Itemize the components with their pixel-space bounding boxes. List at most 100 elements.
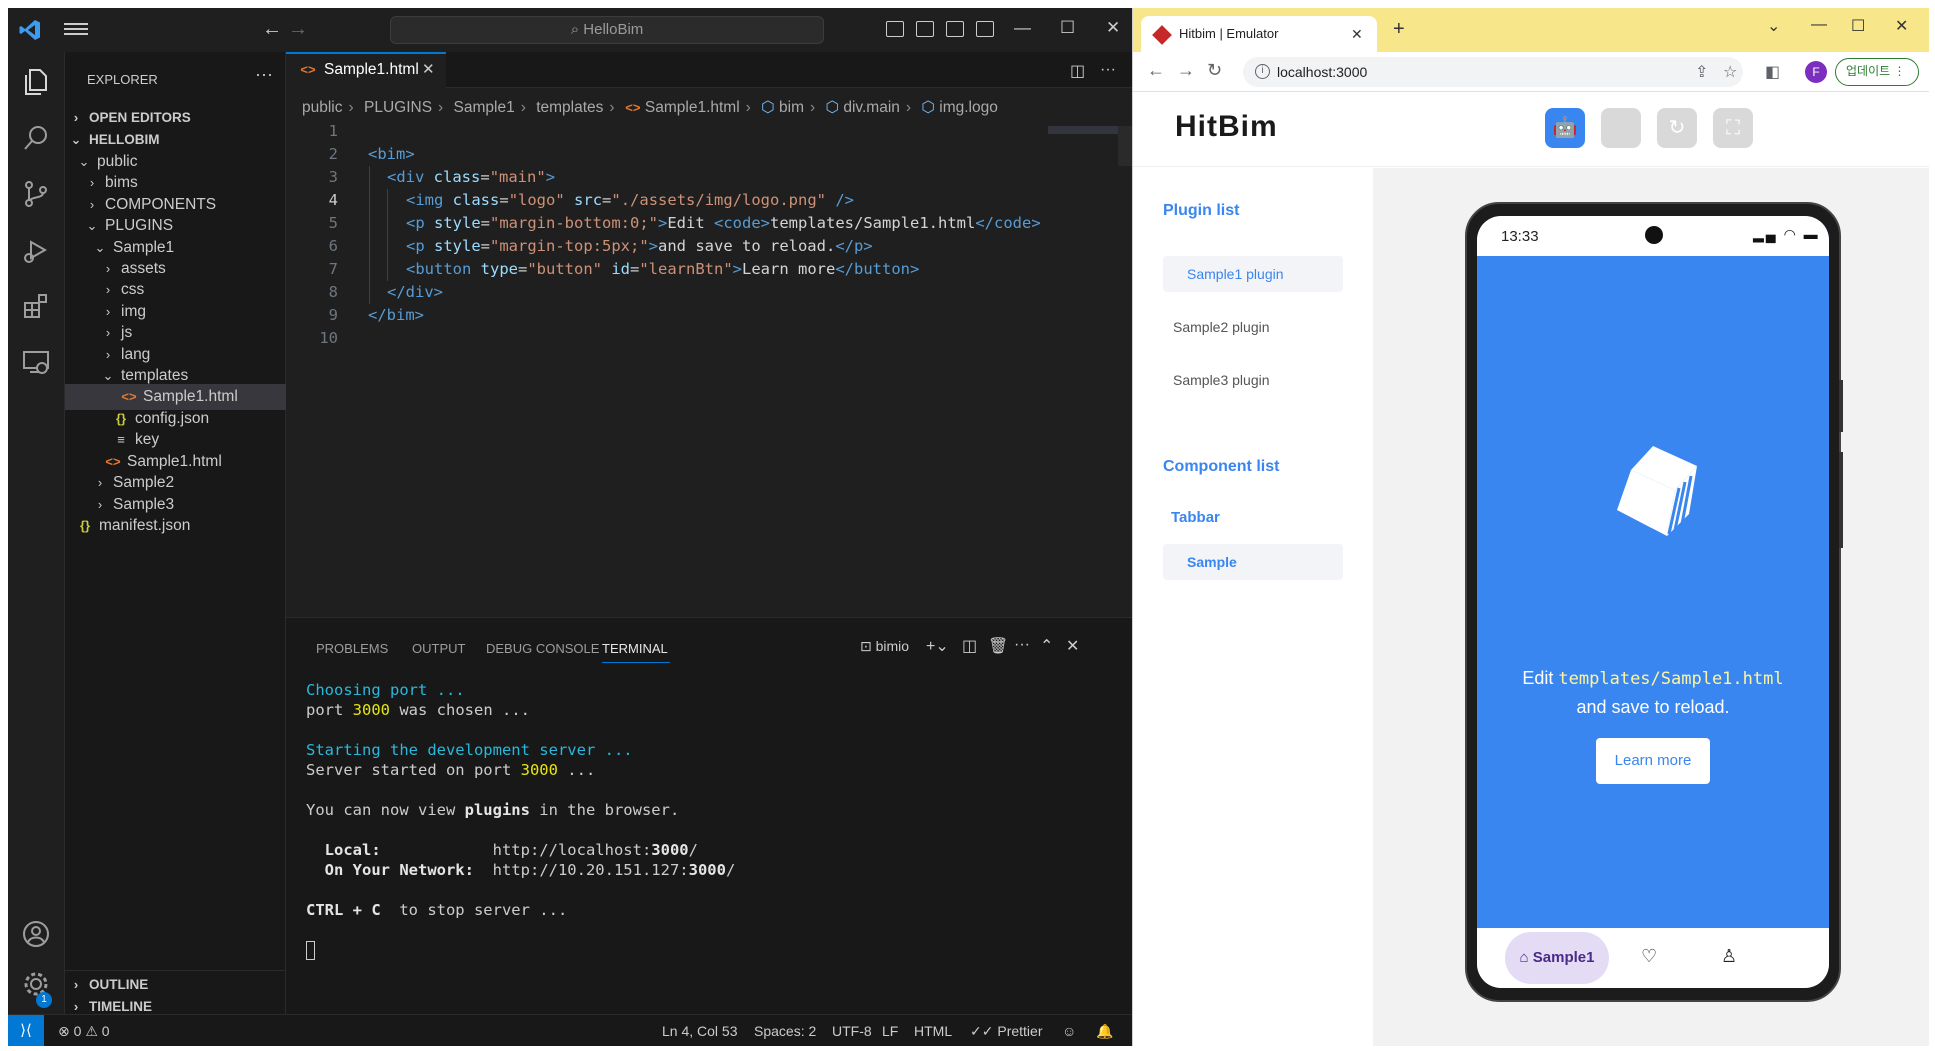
explorer-icon[interactable] bbox=[20, 66, 52, 98]
breadcrumb: public › PLUGINS › Sample1 › templates › <> S… bbox=[302, 98, 998, 117]
command-center-search[interactable]: ⌕ HelloBim bbox=[390, 16, 824, 44]
extensions-icon[interactable] bbox=[20, 290, 52, 322]
maximize-icon[interactable]: ☐ bbox=[1060, 18, 1075, 38]
code-text: </bim> bbox=[368, 306, 424, 324]
split-terminal-icon[interactable]: ◫ bbox=[962, 636, 977, 656]
breadcrumb-item[interactable]: img.logo bbox=[939, 99, 998, 116]
toggle-secondary-sidebar-icon[interactable] bbox=[946, 21, 964, 37]
edit-code-path: templates/Sample1.html bbox=[1558, 669, 1784, 689]
tab-output[interactable]: OUTPUT bbox=[412, 641, 465, 656]
vscode-title-bar: ← → ⌕ HelloBim — ☐ ✕ bbox=[8, 8, 1132, 52]
problems-status[interactable]: ⊗ 0 ⚠ 0 bbox=[58, 1023, 110, 1040]
source-control-icon[interactable] bbox=[20, 178, 52, 210]
back-arrow-icon[interactable]: ← bbox=[262, 18, 282, 41]
bookmark-star-icon[interactable]: ☆ bbox=[1723, 62, 1737, 82]
breadcrumb-item[interactable]: templates bbox=[536, 99, 603, 116]
toggle-panel-icon[interactable] bbox=[916, 21, 934, 37]
tree-label: HELLOBIM bbox=[89, 132, 160, 147]
tree-file-manifest-json[interactable]: {} manifest.json bbox=[65, 513, 286, 539]
tab-close-icon[interactable]: ✕ bbox=[1351, 16, 1363, 52]
close-panel-icon[interactable]: ✕ bbox=[1066, 636, 1079, 656]
terminal-selector[interactable]: ⊡ bimio bbox=[860, 638, 909, 655]
user-icon[interactable]: ♙ bbox=[1721, 946, 1737, 967]
toggle-primary-sidebar-icon[interactable] bbox=[886, 21, 904, 37]
run-debug-icon[interactable] bbox=[20, 234, 52, 266]
html-file-icon: <> bbox=[625, 100, 641, 115]
tab-sample1-html[interactable]: <> Sample1.html ✕ bbox=[286, 52, 446, 88]
hamburger-menu-icon[interactable] bbox=[64, 20, 88, 40]
breadcrumb-item[interactable]: bim bbox=[779, 99, 804, 116]
plugin-item-sample2[interactable]: Sample2 plugin bbox=[1163, 309, 1343, 345]
encoding-status[interactable]: UTF-8 bbox=[832, 1023, 872, 1039]
trash-icon[interactable]: 🗑 bbox=[988, 636, 1008, 656]
profile-avatar[interactable]: F bbox=[1805, 61, 1827, 83]
rotate-button[interactable]: ↻ bbox=[1657, 108, 1697, 148]
minimize-icon[interactable]: — bbox=[1014, 18, 1031, 38]
accounts-icon[interactable] bbox=[20, 918, 52, 950]
phone-volume-button bbox=[1839, 452, 1843, 548]
html-file-icon: <> bbox=[300, 62, 316, 77]
breadcrumb-item[interactable]: PLUGINS bbox=[364, 99, 432, 116]
breadcrumb-item[interactable]: Sample1 bbox=[454, 99, 515, 116]
panel-more-icon[interactable]: ··· bbox=[1014, 636, 1030, 654]
tab-close-icon[interactable]: ✕ bbox=[422, 54, 435, 86]
tab-search-icon[interactable]: ⌄ bbox=[1767, 16, 1780, 36]
code-line: 1 bbox=[286, 120, 1132, 143]
code-editor[interactable]: 1 2 <bim> 3 <div class="main"> 4 <img class… bbox=[286, 120, 1132, 350]
plugin-item-sample3[interactable]: Sample3 plugin bbox=[1163, 362, 1343, 398]
notifications-bell-icon[interactable]: 🔔 bbox=[1096, 1023, 1113, 1040]
address-bar[interactable]: i localhost:3000 bbox=[1243, 57, 1743, 87]
component-list-title: Component list bbox=[1163, 458, 1280, 475]
minimize-icon[interactable]: — bbox=[1811, 16, 1827, 34]
plugin-item-sample1[interactable]: Sample1 plugin bbox=[1163, 256, 1343, 292]
tab-problems[interactable]: PROBLEMS bbox=[316, 641, 388, 656]
new-terminal-icon[interactable]: +⌄ bbox=[926, 636, 949, 656]
browser-window: Hitbim | Emulator ✕ + ⌄ — ☐ ✕ ← → ↻ i lo… bbox=[1132, 8, 1929, 1046]
fullscreen-button[interactable]: ⛶ bbox=[1713, 108, 1753, 148]
prettier-status[interactable]: ✓✓ Prettier bbox=[970, 1023, 1042, 1040]
tab-terminal[interactable]: TERMINAL bbox=[602, 641, 668, 656]
heart-icon[interactable]: ♡ bbox=[1641, 946, 1657, 967]
learn-more-button[interactable]: Learn more bbox=[1596, 738, 1710, 784]
component-item-tabbar[interactable]: Tabbar bbox=[1171, 509, 1220, 526]
android-button[interactable]: 🤖 bbox=[1545, 108, 1585, 148]
ios-button[interactable] bbox=[1601, 108, 1641, 148]
breadcrumb-item[interactable]: public bbox=[302, 99, 343, 116]
editor-area: <> Sample1.html ✕ ◫ ··· public › PLUGINS › … bbox=[286, 52, 1132, 617]
new-tab-icon[interactable]: + bbox=[1393, 18, 1405, 41]
cursor-position[interactable]: Ln 4, Col 53 bbox=[662, 1023, 738, 1039]
remote-explorer-icon[interactable] bbox=[20, 346, 52, 378]
terminal-cursor bbox=[306, 941, 315, 960]
explorer-more-icon[interactable]: ··· bbox=[255, 64, 273, 85]
forward-arrow-icon[interactable]: → bbox=[288, 18, 308, 41]
back-arrow-icon[interactable]: ← bbox=[1147, 60, 1165, 81]
reload-icon[interactable]: ↻ bbox=[1207, 60, 1222, 81]
site-info-icon[interactable]: i bbox=[1255, 64, 1270, 79]
share-icon[interactable]: ⇪ bbox=[1695, 62, 1708, 82]
language-mode[interactable]: HTML bbox=[914, 1023, 952, 1039]
component-item-sample[interactable]: Sample bbox=[1163, 544, 1343, 580]
feedback-icon[interactable]: ☺ bbox=[1062, 1023, 1076, 1039]
terminal-output[interactable]: Choosing port ... port 3000 was chosen .… bbox=[306, 680, 735, 960]
split-editor-icon[interactable]: ◫ bbox=[1070, 61, 1085, 81]
tab-debug-console[interactable]: DEBUG CONSOLE bbox=[486, 641, 599, 656]
side-panel-icon[interactable]: ◧ bbox=[1765, 62, 1780, 82]
editor-more-icon[interactable]: ··· bbox=[1100, 61, 1116, 79]
customize-layout-icon[interactable] bbox=[976, 21, 994, 37]
maximize-panel-icon[interactable]: ⌃ bbox=[1040, 636, 1053, 656]
fullscreen-icon: ⛶ bbox=[1726, 117, 1740, 139]
browser-tab[interactable]: Hitbim | Emulator ✕ bbox=[1141, 16, 1377, 52]
forward-arrow-icon[interactable]: → bbox=[1177, 60, 1195, 81]
update-button[interactable]: 업데이트 ⋮ bbox=[1835, 58, 1919, 86]
tree-label: PLUGINS bbox=[105, 217, 174, 234]
breadcrumb-item[interactable]: div.main bbox=[843, 99, 900, 116]
remote-indicator-icon[interactable]: ⟩⟨ bbox=[8, 1015, 44, 1046]
search-icon[interactable] bbox=[20, 122, 52, 154]
tab-sample1[interactable]: ⌂ Sample1 bbox=[1505, 932, 1609, 984]
maximize-icon[interactable]: ☐ bbox=[1851, 16, 1865, 36]
breadcrumb-item[interactable]: Sample1.html bbox=[645, 99, 740, 116]
indentation-status[interactable]: Spaces: 2 bbox=[754, 1023, 816, 1039]
close-window-icon[interactable]: ✕ bbox=[1106, 18, 1120, 38]
close-window-icon[interactable]: ✕ bbox=[1895, 16, 1908, 36]
eol-status[interactable]: LF bbox=[882, 1023, 898, 1039]
